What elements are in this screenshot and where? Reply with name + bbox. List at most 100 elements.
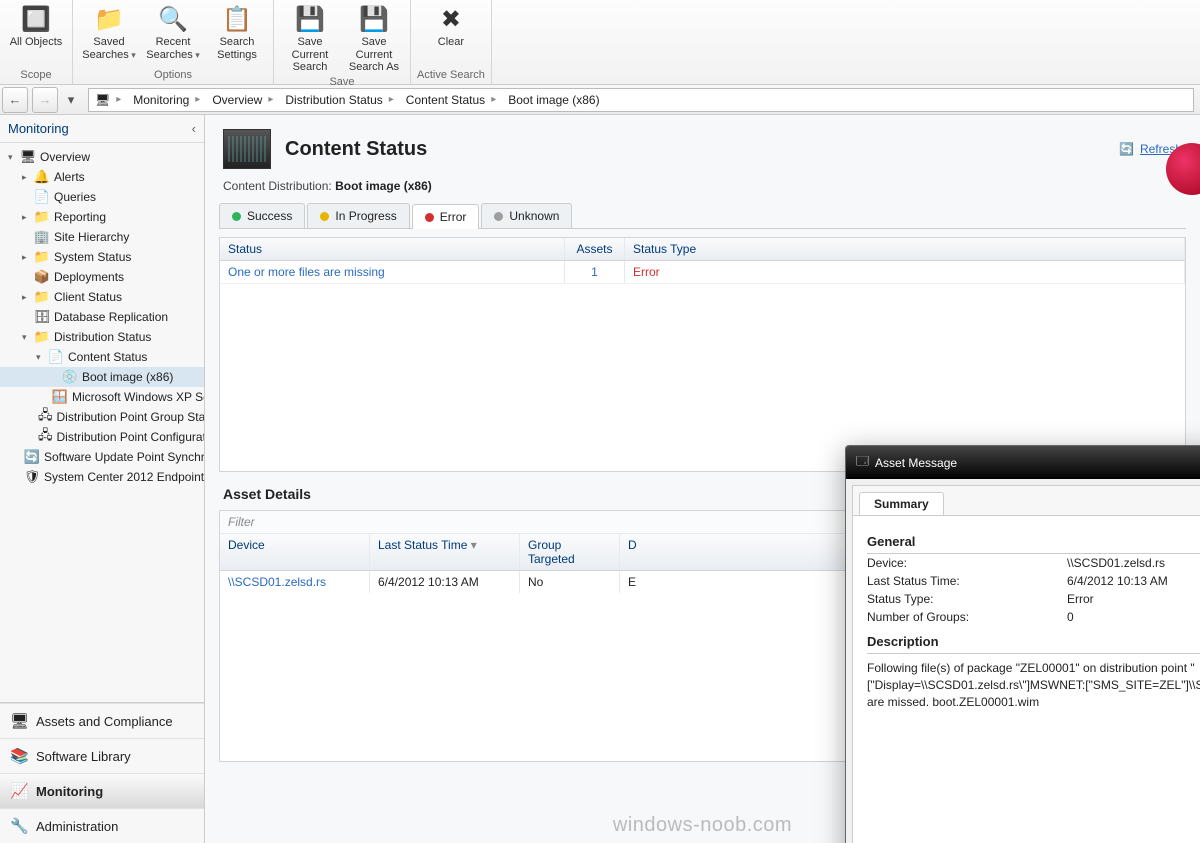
- nav-dropdown-button[interactable]: ▾: [62, 87, 80, 113]
- content-status-icon: [223, 129, 271, 169]
- ribbon-icon: 💾: [358, 4, 390, 36]
- expander-icon[interactable]: ▸: [22, 212, 32, 223]
- sidebar-header: Monitoring ‹: [0, 115, 204, 143]
- breadcrumb-item[interactable]: Content Status▸: [400, 89, 502, 111]
- field-row: Number of Groups:0: [867, 608, 1200, 626]
- tree-label: Database Replication: [54, 310, 168, 324]
- section-description: Description: [867, 630, 1200, 654]
- dialog-titlebar[interactable]: 🗔 Asset Message: [846, 446, 1200, 479]
- ribbon-button[interactable]: 💾Save Current Search As: [344, 2, 404, 74]
- tree-node[interactable]: 💿 Boot image (x86): [0, 367, 204, 387]
- wunderbar: 🖥Assets and Compliance📚Software Library📈…: [0, 702, 204, 843]
- ribbon: 🔲All ObjectsScope📁Saved Searches🔍Recent …: [0, 0, 1200, 85]
- ribbon-icon: 🔲: [20, 4, 52, 36]
- tree-label: Client Status: [54, 290, 122, 304]
- wunderbar-item[interactable]: 🖥Assets and Compliance: [0, 703, 204, 738]
- tree-node[interactable]: 🖧Distribution Point Group Stat: [0, 407, 204, 427]
- expander-icon[interactable]: ▾: [22, 332, 32, 343]
- status-dot-icon: [320, 212, 329, 221]
- content-distribution-label: Content Distribution: Boot image (x86): [205, 175, 1200, 203]
- tree-icon: 📁: [34, 249, 50, 265]
- nav-forward-button[interactable]: →: [32, 87, 58, 113]
- tree-node[interactable]: ▾📄Content Status: [0, 347, 204, 367]
- expander-icon[interactable]: ▸: [22, 252, 32, 263]
- sidebar: Monitoring ‹ ▾🖥Overview▸🔔Alerts📄Queries▸…: [0, 115, 205, 843]
- tree-icon: 📁: [34, 289, 50, 305]
- tree-node[interactable]: 🏢Site Hierarchy: [0, 227, 204, 247]
- dialog-tab-summary[interactable]: Summary: [859, 492, 944, 515]
- expander-icon[interactable]: ▸: [22, 172, 32, 183]
- status-dot-icon: [494, 212, 503, 221]
- status-tab[interactable]: Error: [412, 204, 480, 229]
- tree-icon: 📄: [34, 189, 50, 205]
- expander-icon[interactable]: ▾: [36, 352, 46, 363]
- tree-icon: 💿: [62, 369, 78, 385]
- ribbon-button[interactable]: ✖Clear: [421, 2, 481, 49]
- wunderbar-item[interactable]: 📈Monitoring: [0, 773, 204, 808]
- status-tab[interactable]: Success: [219, 203, 305, 228]
- tree-node[interactable]: 🛡System Center 2012 Endpoint I: [0, 467, 204, 487]
- tree-node[interactable]: 📄Queries: [0, 187, 204, 207]
- tree-node[interactable]: ▸📁Reporting: [0, 207, 204, 227]
- ribbon-button[interactable]: 📋Search Settings: [207, 2, 267, 61]
- ribbon-button[interactable]: 🔍Recent Searches: [143, 2, 203, 61]
- col-assets[interactable]: Assets: [565, 238, 625, 260]
- field-row: Status Type:Error: [867, 590, 1200, 608]
- tree-node[interactable]: ▾🖥Overview: [0, 147, 204, 167]
- col-status-type[interactable]: Status Type: [625, 238, 1185, 260]
- cell-assets: 1: [565, 261, 625, 283]
- breadcrumb-item[interactable]: Overview▸: [206, 89, 279, 111]
- tree-node[interactable]: 🪟Microsoft Windows XP Ser: [0, 387, 204, 407]
- chevron-right-icon: ▸: [268, 94, 273, 105]
- breadcrumb-item[interactable]: Monitoring▸: [127, 89, 206, 111]
- navigation-bar: ← → ▾ 🖥▸ Monitoring▸Overview▸Distributio…: [0, 85, 1200, 115]
- cell-status[interactable]: One or more files are missing: [220, 261, 565, 283]
- ribbon-icon: 💾: [294, 4, 326, 36]
- chevron-right-icon: ▸: [195, 94, 200, 105]
- section-general: General: [867, 530, 1200, 554]
- status-tab[interactable]: In Progress: [307, 203, 409, 228]
- wunderbar-icon: 📈: [10, 782, 28, 800]
- navigation-tree: ▾🖥Overview▸🔔Alerts📄Queries▸📁Reporting🏢Si…: [0, 143, 204, 702]
- grid-header[interactable]: Status Assets Status Type: [220, 238, 1185, 261]
- tree-label: Distribution Point Group Stat: [57, 410, 205, 424]
- expander-icon[interactable]: ▾: [8, 152, 18, 163]
- expander-icon[interactable]: ▸: [22, 292, 32, 303]
- ribbon-button[interactable]: 🔲All Objects: [6, 2, 66, 49]
- tree-label: Site Hierarchy: [54, 230, 129, 244]
- asset-details-title: Asset Details: [223, 486, 311, 502]
- tree-node[interactable]: 🖧Distribution Point Configurat: [0, 427, 204, 447]
- tree-node[interactable]: ▸🔔Alerts: [0, 167, 204, 187]
- tree-node[interactable]: 🗄Database Replication: [0, 307, 204, 327]
- nav-back-button[interactable]: ←: [2, 87, 28, 113]
- ribbon-button[interactable]: 📁Saved Searches: [79, 2, 139, 61]
- sidebar-collapse-icon[interactable]: ‹: [192, 121, 196, 136]
- col-status[interactable]: Status: [220, 238, 565, 260]
- tree-label: Software Update Point Synchro: [44, 450, 204, 464]
- tree-label: Boot image (x86): [82, 370, 173, 384]
- wunderbar-item[interactable]: 📚Software Library: [0, 738, 204, 773]
- ribbon-group: ✖ClearActive Search: [411, 0, 492, 84]
- wunderbar-icon: 🔧: [10, 817, 28, 835]
- status-grid: Status Assets Status Type One or more fi…: [219, 237, 1186, 472]
- ribbon-icon: ✖: [435, 4, 467, 36]
- tree-icon: 🔔: [34, 169, 50, 185]
- tree-node[interactable]: 📦Deployments: [0, 267, 204, 287]
- breadcrumb-item[interactable]: Distribution Status▸: [279, 89, 399, 111]
- dialog-body: General Device:\\SCSD01.zelsd.rsLast Sta…: [853, 516, 1200, 843]
- tree-node[interactable]: ▾📁Distribution Status: [0, 327, 204, 347]
- tree-label: System Center 2012 Endpoint I: [44, 470, 204, 484]
- breadcrumb-root-icon[interactable]: 🖥▸: [89, 89, 127, 111]
- tree-label: System Status: [54, 250, 131, 264]
- ribbon-button[interactable]: 💾Save Current Search: [280, 2, 340, 74]
- tree-node[interactable]: ▸📁 Client Status: [0, 287, 204, 307]
- tree-node[interactable]: 🔄Software Update Point Synchro: [0, 447, 204, 467]
- breadcrumb[interactable]: 🖥▸ Monitoring▸Overview▸Distribution Stat…: [88, 88, 1194, 112]
- status-dot-icon: [232, 212, 241, 221]
- grid-row[interactable]: One or more files are missing 1 Error: [220, 261, 1185, 284]
- status-tab[interactable]: Unknown: [481, 203, 572, 228]
- tree-icon: 🖧: [38, 429, 53, 445]
- breadcrumb-item[interactable]: Boot image (x86): [502, 89, 605, 111]
- wunderbar-item[interactable]: 🔧Administration: [0, 808, 204, 843]
- tree-node[interactable]: ▸📁 System Status: [0, 247, 204, 267]
